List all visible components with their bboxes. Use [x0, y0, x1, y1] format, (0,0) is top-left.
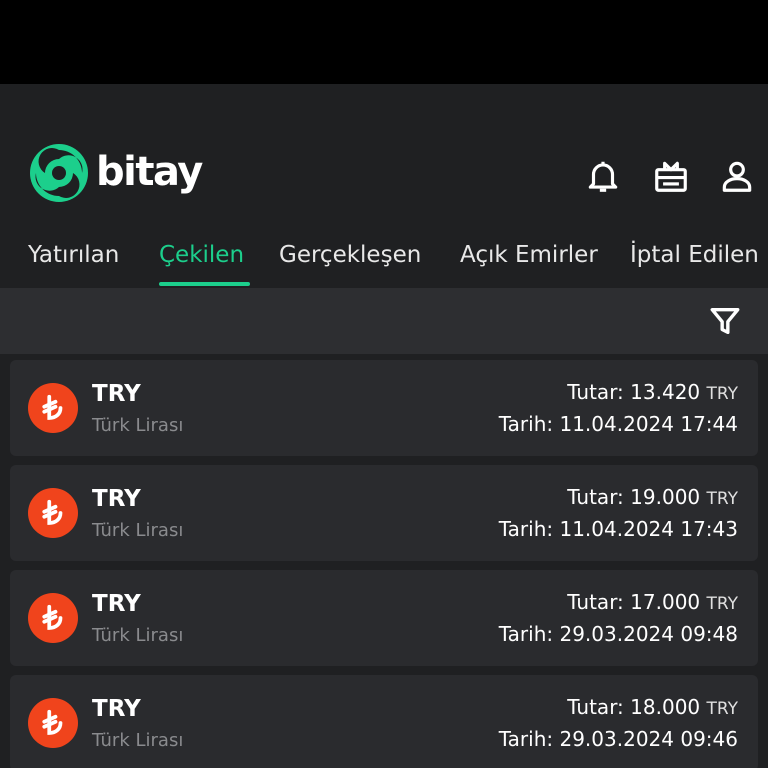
amount-text: Tutar: 13.420 TRY [567, 380, 738, 404]
coin-symbol: TRY [92, 696, 141, 722]
filter-bar [0, 288, 768, 354]
amount-text: Tutar: 17.000 TRY [567, 590, 738, 614]
bell-icon[interactable] [583, 156, 623, 196]
lira-coin-icon [28, 593, 78, 643]
tab-iptal-edilen[interactable]: İptal Edilen [630, 238, 759, 272]
coin-symbol: TRY [92, 591, 141, 617]
app-screen: bitay Yatırılan Çekilen Gerçekleşen Açık… [0, 84, 768, 768]
brand-name: bitay [96, 149, 203, 195]
date-text: Tarih: 29.03.2024 09:48 [498, 622, 738, 646]
coin-name: Türk Lirası [92, 520, 184, 541]
lira-coin-icon [28, 698, 78, 748]
tab-yatirilan[interactable]: Yatırılan [28, 238, 119, 272]
coin-symbol: TRY [92, 381, 141, 407]
transaction-card[interactable]: TRY Türk Lirası Tutar: 18.000 TRY Tarih:… [10, 675, 758, 768]
status-bar-area [0, 0, 768, 84]
coin-name: Türk Lirası [92, 415, 184, 436]
transaction-card[interactable]: TRY Türk Lirası Tutar: 13.420 TRY Tarih:… [10, 360, 758, 456]
tab-cekilen[interactable]: Çekilen [159, 238, 244, 272]
transaction-card[interactable]: TRY Türk Lirası Tutar: 19.000 TRY Tarih:… [10, 465, 758, 561]
user-icon[interactable] [717, 156, 757, 196]
bitay-logo-icon [28, 142, 90, 204]
amount-text: Tutar: 18.000 TRY [567, 695, 738, 719]
coin-name: Türk Lirası [92, 625, 184, 646]
date-text: Tarih: 11.04.2024 17:44 [498, 412, 738, 436]
app-header: bitay [0, 84, 768, 232]
tab-gerceklesen[interactable]: Gerçekleşen [279, 238, 421, 272]
coin-name: Türk Lirası [92, 730, 184, 751]
transaction-card[interactable]: TRY Türk Lirası Tutar: 17.000 TRY Tarih:… [10, 570, 758, 666]
tab-acik-emirler[interactable]: Açık Emirler [460, 238, 598, 272]
date-text: Tarih: 29.03.2024 09:46 [498, 727, 738, 751]
lira-coin-icon [28, 488, 78, 538]
gift-icon[interactable] [651, 156, 691, 196]
filter-icon[interactable] [708, 304, 742, 338]
coin-symbol: TRY [92, 486, 141, 512]
date-text: Tarih: 11.04.2024 17:43 [498, 517, 738, 541]
active-tab-indicator [159, 282, 250, 286]
tab-bar: Yatırılan Çekilen Gerçekleşen Açık Emirl… [0, 234, 768, 288]
amount-text: Tutar: 19.000 TRY [567, 485, 738, 509]
lira-coin-icon [28, 383, 78, 433]
